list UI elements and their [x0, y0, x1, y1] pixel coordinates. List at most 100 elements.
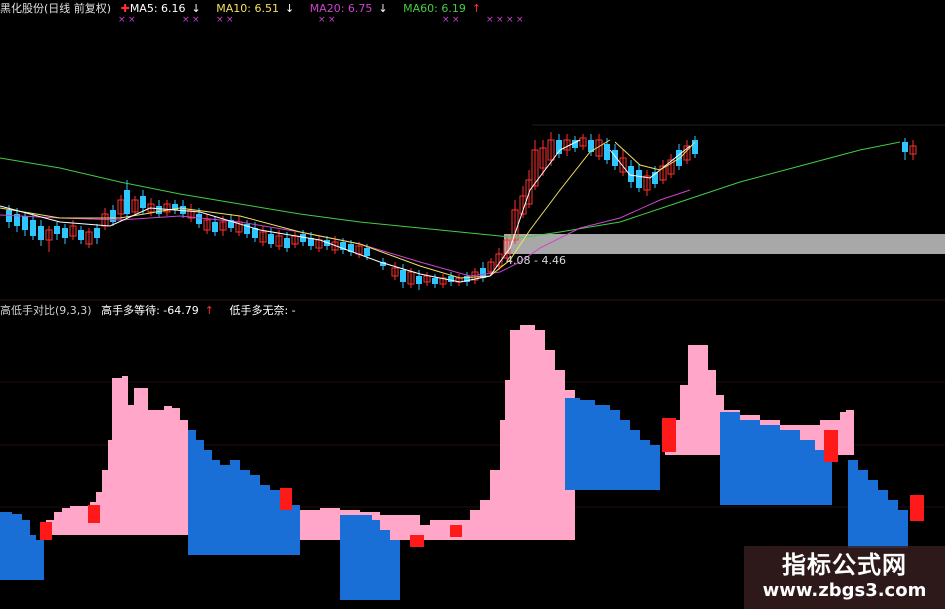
watermark: 指标公式网 www.zbgs3.com	[744, 546, 945, 609]
indicator-bar-blue	[270, 490, 280, 555]
signal-marker: ×	[442, 15, 450, 25]
candle-body-down	[612, 150, 618, 166]
indicator-marker-red	[450, 525, 462, 537]
indicator-bar-blue	[640, 440, 650, 490]
indicator-bar-pink	[708, 370, 716, 455]
highlight-band	[504, 234, 945, 254]
indicator-legend: 高低手对比(9,3,3) 高手多等待: -64.79 ↑ 低手多无奈: -	[0, 304, 302, 318]
indicator-bar-pink	[470, 510, 480, 540]
indicator-bar-pink	[700, 345, 708, 455]
indicator-bar-blue	[800, 440, 815, 505]
stock-title: 黑化股份(日线 前复权)	[0, 2, 112, 15]
ma20-label: MA20: 6.75 ↓	[310, 2, 394, 15]
candle-body-down	[676, 150, 682, 166]
indicator-bar-pink	[480, 500, 490, 540]
candle-body-down	[284, 238, 290, 248]
ma10-value: MA10: 6.51	[216, 2, 279, 15]
indicator-bar-pink	[545, 350, 555, 540]
indicator-bar-pink	[300, 510, 320, 540]
indicator-bar-blue	[250, 475, 260, 555]
indicator-bar-pink	[500, 420, 505, 540]
indicator-bar-pink	[320, 508, 340, 540]
indicator-bar-pink	[108, 440, 112, 535]
watermark-url: www.zbgs3.com	[762, 580, 927, 601]
indicator-bar-pink	[505, 380, 510, 540]
indicator-bar-pink	[70, 506, 80, 535]
signal-marker: ×	[192, 15, 200, 25]
indicator-bar-pink	[164, 406, 172, 535]
indicator-bar-blue	[898, 510, 908, 548]
indicator-bar-blue	[188, 430, 196, 555]
price-bg	[0, 18, 532, 126]
indicator-bar-blue	[204, 450, 212, 555]
ma60-label: MA60: 6.19 ↑	[403, 2, 487, 15]
indicator-bar-blue	[848, 460, 858, 548]
indicator-bar-pink	[102, 470, 108, 535]
indicator-bar-blue	[212, 460, 220, 555]
indicator-item-1-text: 高手多等待: -64.79	[101, 304, 199, 317]
candle-body-down	[432, 278, 438, 284]
price-range-label: 4.08 - 4.46	[506, 254, 566, 267]
indicator-bar-blue	[825, 460, 832, 505]
indicator-bar-pink	[62, 508, 70, 535]
indicator-bar-blue	[720, 412, 740, 505]
indicator-bar-blue	[0, 512, 12, 580]
ma10-arrow: ↓	[284, 2, 295, 15]
ma10-line-2	[614, 141, 696, 171]
candle-body-down	[124, 190, 130, 214]
indicator-bar-blue	[740, 420, 760, 505]
candle-body-down	[400, 270, 406, 282]
indicator-bar-blue	[620, 420, 630, 490]
indicator-bar-pink	[520, 325, 535, 540]
indicator-bar-blue	[780, 430, 800, 505]
candle-body-down	[156, 206, 162, 214]
indicator-marker-red	[662, 418, 676, 452]
indicator-bar-blue	[220, 465, 230, 555]
signal-marker: ×	[128, 15, 136, 25]
indicator-bar-blue	[888, 500, 898, 548]
indicator-bar-blue	[858, 470, 868, 548]
signal-marker: ×	[318, 15, 326, 25]
ma60-line	[0, 141, 901, 239]
indicator-bar-blue	[380, 530, 390, 600]
candle-body-down	[78, 230, 84, 240]
indicator-bar-pink	[840, 412, 846, 455]
indicator-marker-red	[824, 430, 838, 462]
indicator-bar-blue	[260, 485, 270, 555]
indicator-bar-blue	[230, 460, 240, 555]
candle-body-down	[364, 248, 370, 256]
signal-marker: ×	[328, 15, 336, 25]
indicator-bar-pink	[156, 410, 164, 535]
indicator-bar-blue	[610, 410, 620, 490]
indicator-bar-blue	[372, 520, 380, 600]
indicator-bar-pink	[112, 378, 122, 535]
ma10-label: MA10: 6.51 ↓	[216, 2, 300, 15]
ma20-arrow: ↓	[378, 2, 388, 15]
candle-body-down	[604, 144, 610, 160]
indicator-marker-red	[40, 522, 52, 540]
candle-body-down	[140, 196, 146, 208]
indicator-bar-blue	[196, 440, 204, 555]
watermark-title: 指标公式网	[782, 551, 907, 579]
indicator-bar-blue	[240, 470, 250, 555]
ma60-value: MA60: 6.19	[403, 2, 466, 15]
ma20-value: MA20: 6.75	[309, 2, 373, 15]
indicator-bar-pink	[688, 345, 700, 455]
candle-body-down	[38, 226, 44, 240]
indicator-bar-pink	[490, 470, 500, 540]
indicator-bar-blue	[290, 505, 300, 555]
indicator-bar-blue	[595, 405, 610, 490]
indicator-item-1-arrow: ↑	[204, 304, 214, 317]
indicator-marker-red	[410, 535, 424, 547]
candle-body-down	[22, 216, 28, 230]
candle-body-down	[94, 228, 100, 238]
indicator-bar-pink	[555, 370, 565, 540]
candle-body-down	[636, 170, 642, 188]
indicator-bar-blue	[630, 430, 640, 490]
signal-marker: ×	[216, 15, 224, 25]
ma5-value: MA5: 6.16	[129, 2, 186, 15]
indicator-bar-blue	[650, 445, 660, 490]
indicator-bar-pink	[128, 405, 134, 535]
indicator-bar-pink	[54, 512, 62, 535]
indicator-bar-pink	[680, 385, 688, 455]
